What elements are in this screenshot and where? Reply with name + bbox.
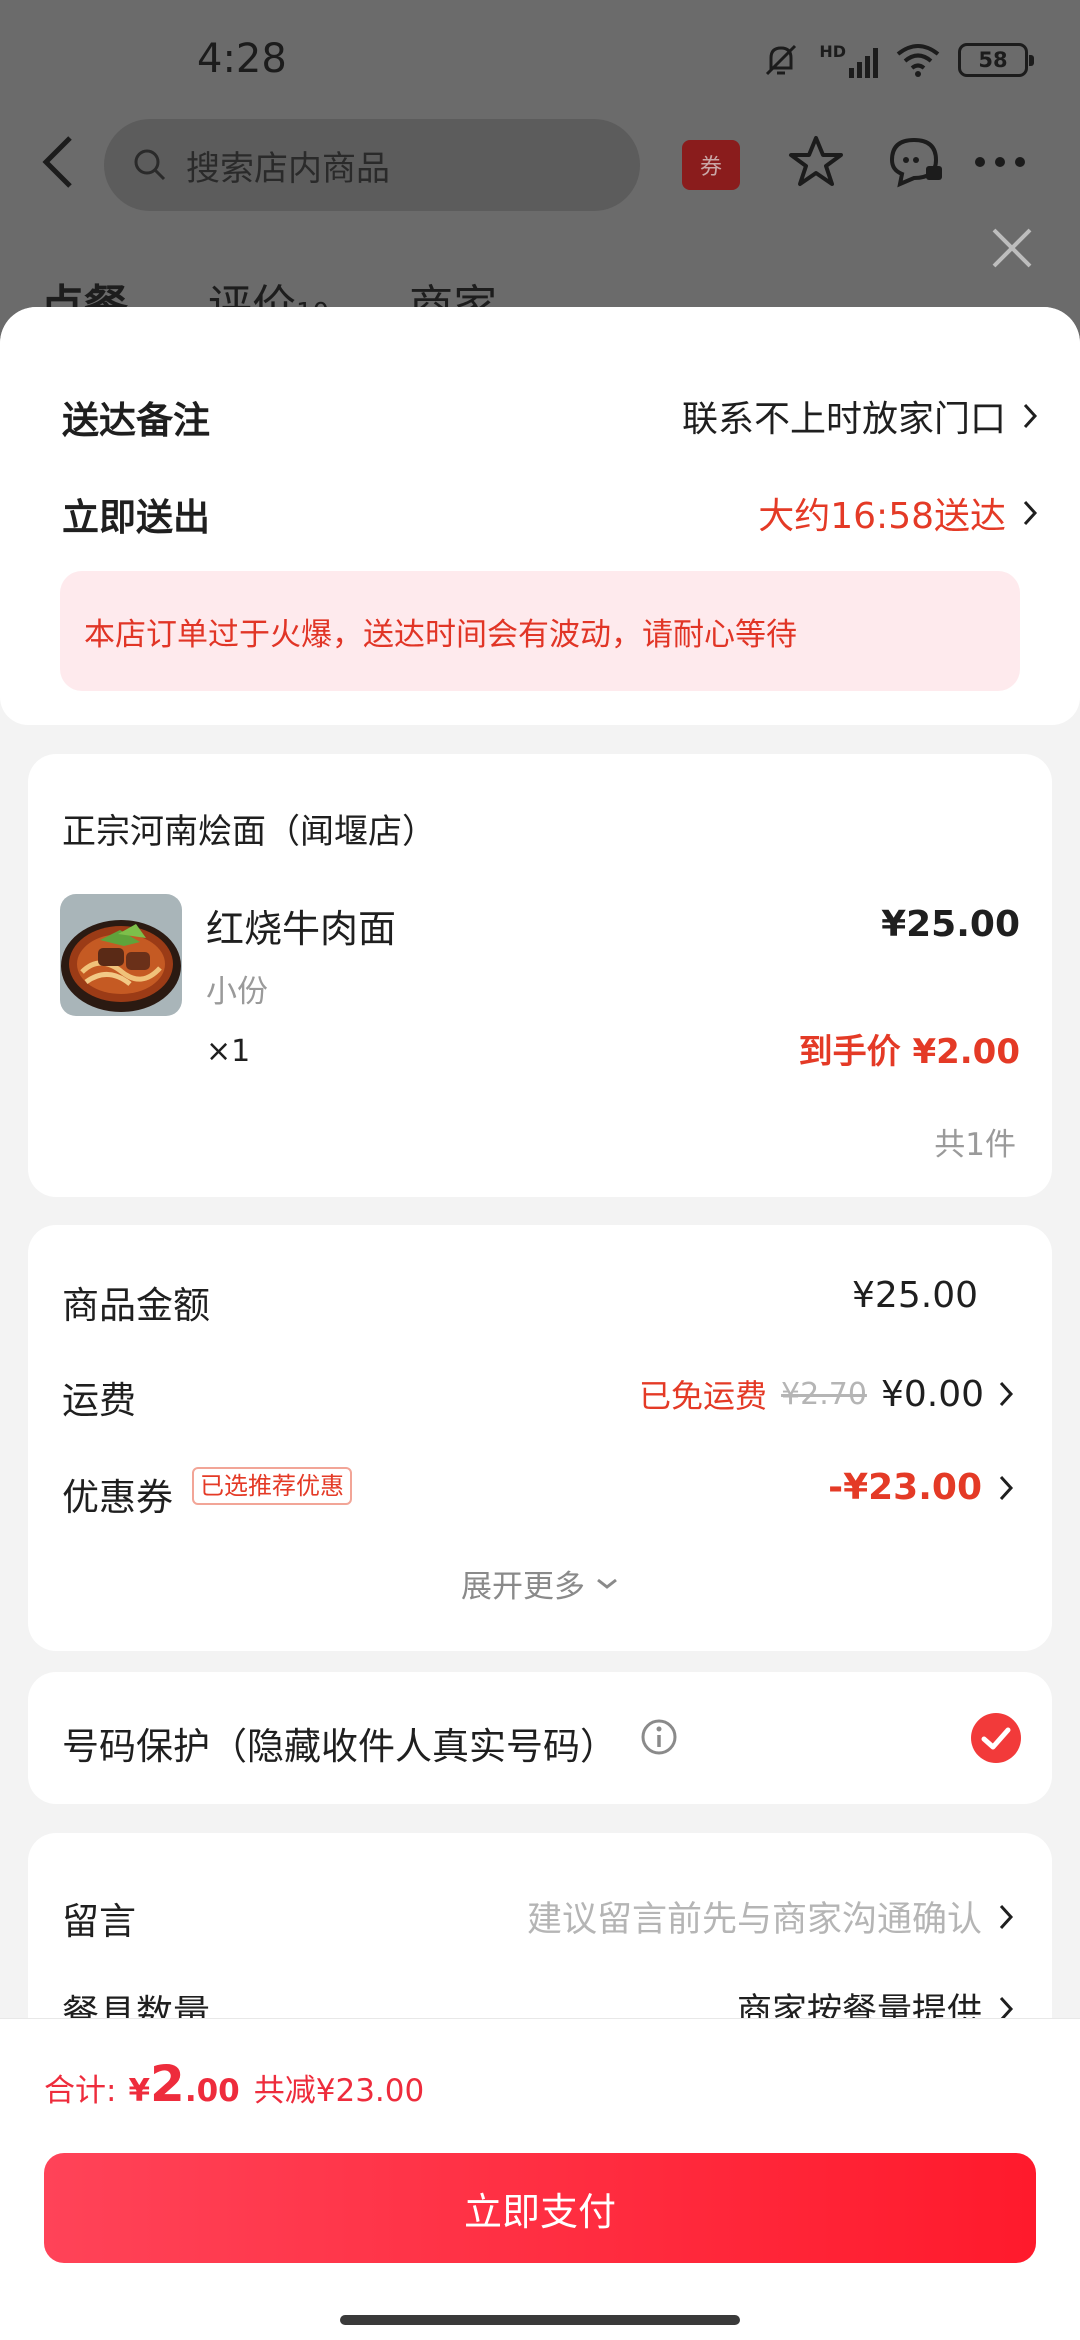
chevron-down-icon — [597, 1578, 617, 1589]
back-arrow-icon[interactable] — [34, 132, 84, 192]
signal-icon: HD — [819, 42, 878, 78]
search-input[interactable]: 搜索店内商品 — [104, 119, 640, 211]
total-integer: 2 — [150, 2055, 185, 2113]
message-placeholder: 建议留言前先与商家沟通确认 — [526, 1900, 982, 1940]
checkout-bar: 合计: ¥ 2 .00 共减¥23.00 立即支付 — [0, 2018, 1080, 2340]
chevron-right-icon — [1023, 500, 1038, 526]
delivery-time-row[interactable]: 大约16:58送达 — [758, 487, 1038, 539]
item-quantity: ×1 — [206, 1034, 251, 1069]
item-spec: 小份 — [206, 974, 268, 1010]
chevron-right-icon — [999, 1381, 1014, 1407]
total-currency: ¥ — [128, 2073, 151, 2109]
total-discount: 共减¥23.00 — [253, 2073, 425, 2109]
coupon-row[interactable]: -¥23.00 — [828, 1467, 1014, 1508]
pay-now-label: 立即支付 — [463, 2189, 616, 2234]
item-final-price: 到手价 ¥2.00 — [798, 1032, 1020, 1072]
total-decimal: .00 — [184, 2073, 240, 2109]
expand-more-button[interactable]: 展开更多 — [28, 1561, 1052, 1606]
pay-now-button[interactable]: 立即支付 — [44, 2153, 1036, 2263]
battery-level: 58 — [978, 48, 1008, 72]
chevron-right-icon — [999, 1904, 1014, 1929]
info-icon[interactable] — [640, 1718, 678, 1756]
shipping-original-price: ¥2.70 — [781, 1376, 867, 1412]
chat-icon[interactable] — [886, 134, 946, 190]
status-time: 4:28 — [197, 36, 287, 82]
privacy-checkbox[interactable] — [970, 1712, 1022, 1764]
fees-card: 商品金额 ¥25.00 运费 已免运费 ¥2.70 ¥0.00 优惠券 已选推荐… — [28, 1225, 1052, 1651]
delivery-note-value: 联系不上时放家门口 — [681, 399, 1006, 440]
delivery-card: 送达备注 联系不上时放家门口 立即送出 大约16:58送达 本店订单过于火爆，送… — [0, 307, 1080, 725]
food-image — [60, 894, 182, 1016]
shop-name: 正宗河南烩面（闻堰店） — [62, 812, 436, 852]
chevron-right-icon — [999, 1475, 1014, 1500]
shipping-free-tag: 已免运费 — [639, 1377, 768, 1415]
delivery-time-value: 大约16:58送达 — [758, 496, 1006, 537]
message-label: 留言 — [62, 1900, 136, 1943]
goods-amount-value: ¥25.00 — [852, 1275, 978, 1316]
coupon-value: -¥23.00 — [828, 1467, 982, 1508]
star-icon[interactable] — [788, 134, 844, 190]
order-card: 正宗河南烩面（闻堰店） 红烧牛肉面 小份 ×1 ¥25.00 到手价 ¥2.00… — [28, 754, 1052, 1197]
privacy-card: 号码保护（隐藏收件人真实号码） — [28, 1672, 1052, 1804]
privacy-label: 号码保护（隐藏收件人真实号码） — [62, 1725, 617, 1768]
beef-noodle-photo — [60, 894, 182, 1016]
shipping-value: ¥0.00 — [880, 1373, 984, 1415]
expand-more-label: 展开更多 — [461, 1569, 585, 1605]
status-icons: HD 58 — [761, 40, 1034, 80]
total-label: 合计: — [44, 2073, 117, 2109]
mute-bell-icon — [766, 44, 797, 76]
order-total: 合计: ¥ 2 .00 共减¥23.00 — [44, 2055, 424, 2113]
item-price: ¥25.00 — [881, 904, 1020, 945]
shipping-label: 运费 — [62, 1379, 136, 1422]
coupon-icon-label: 券 — [699, 155, 722, 180]
coupon-recommended-tag: 已选推荐优惠 — [192, 1467, 352, 1505]
wifi-icon — [896, 44, 940, 77]
message-row[interactable]: 建议留言前先与商家沟通确认 — [527, 1891, 1014, 1942]
coupon-icon[interactable]: 券 — [682, 140, 740, 190]
delivery-notice-text: 本店订单过于火爆，送达时间会有波动，请耐心等待 — [84, 616, 797, 653]
delivery-note-row[interactable]: 联系不上时放家门口 — [682, 390, 1038, 442]
item-name: 红烧牛肉面 — [206, 907, 397, 951]
search-placeholder: 搜索店内商品 — [186, 148, 390, 189]
delivery-time-label: 立即送出 — [62, 496, 210, 539]
coupon-label: 优惠券 — [62, 1476, 173, 1519]
battery-icon: 58 — [958, 43, 1034, 77]
item-total-count: 共1件 — [934, 1127, 1016, 1163]
search-icon — [134, 149, 166, 181]
delivery-notice-banner: 本店订单过于火爆，送达时间会有波动，请耐心等待 — [60, 571, 1020, 691]
network-type: HD — [819, 42, 846, 61]
goods-amount-label: 商品金额 — [62, 1284, 210, 1327]
chevron-right-icon — [1023, 403, 1038, 429]
home-indicator[interactable] — [340, 2315, 740, 2325]
close-icon[interactable] — [990, 226, 1034, 270]
shipping-row[interactable]: 已免运费 ¥2.70 ¥0.00 — [639, 1371, 1014, 1417]
more-icon[interactable] — [970, 134, 1030, 190]
delivery-note-label: 送达备注 — [62, 399, 210, 442]
